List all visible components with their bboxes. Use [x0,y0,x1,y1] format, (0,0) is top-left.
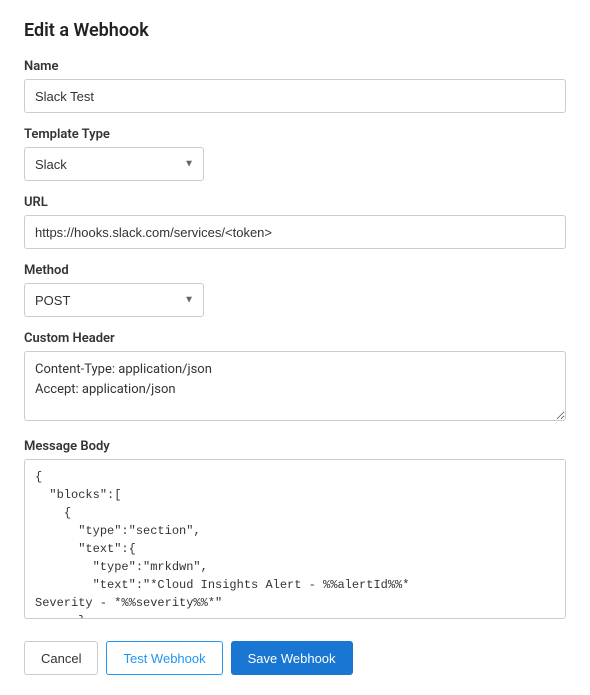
custom-header-group: Custom Header Content-Type: application/… [24,331,566,425]
method-select[interactable]: POST GET PUT [24,283,204,317]
cancel-button[interactable]: Cancel [24,641,98,675]
save-webhook-button[interactable]: Save Webhook [231,641,353,675]
method-select-wrapper: POST GET PUT ▼ [24,283,204,317]
message-body-label: Message Body [24,439,566,454]
name-label: Name [24,59,566,74]
template-type-label: Template Type [24,127,566,142]
message-body-textarea[interactable]: { "blocks":[ { "type":"section", "text":… [24,459,566,619]
url-group: URL [24,195,566,249]
page-title: Edit a Webhook [24,20,566,41]
message-body-group: Message Body { "blocks":[ { "type":"sect… [24,439,566,623]
template-type-group: Template Type Slack Generic Custom ▼ [24,127,566,181]
url-input[interactable] [24,215,566,249]
custom-header-label: Custom Header [24,331,566,346]
template-type-select[interactable]: Slack Generic Custom [24,147,204,181]
test-webhook-button[interactable]: Test Webhook [106,641,222,675]
template-type-select-wrapper: Slack Generic Custom ▼ [24,147,204,181]
url-label: URL [24,195,566,210]
custom-header-textarea[interactable]: Content-Type: application/json Accept: a… [24,351,566,421]
method-group: Method POST GET PUT ▼ [24,263,566,317]
name-input[interactable] [24,79,566,113]
button-row: Cancel Test Webhook Save Webhook [24,641,566,675]
name-group: Name [24,59,566,113]
method-label: Method [24,263,566,278]
